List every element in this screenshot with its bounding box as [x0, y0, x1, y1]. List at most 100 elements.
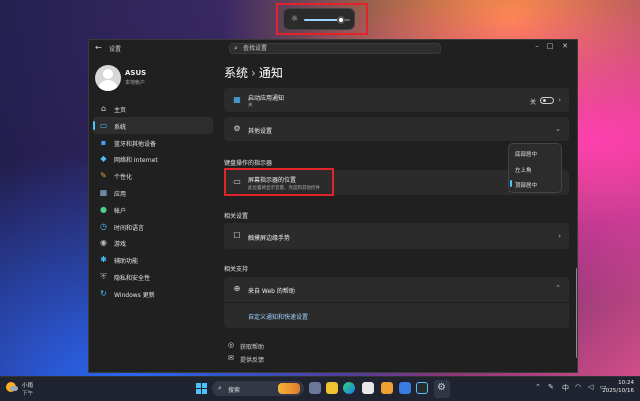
- card-subtitle: 关: [248, 103, 253, 108]
- web-help-card: ⊕ 来自 Web 的帮助 ⌃ 自定义通知和快速设置: [224, 277, 569, 328]
- scrollbar[interactable]: [576, 268, 577, 358]
- app-icon[interactable]: [362, 382, 374, 394]
- apps-icon: ▦: [99, 187, 108, 197]
- brush-icon: ✎: [100, 171, 107, 181]
- sidebar-item-personalization[interactable]: ✎ 个性化: [93, 167, 213, 184]
- sidebar-item-network[interactable]: ◆ 网络和 Internet: [93, 150, 213, 167]
- back-arrow-icon[interactable]: ←: [95, 43, 102, 52]
- search-input[interactable]: [243, 44, 433, 53]
- sidebar-item-label: 帐户: [114, 207, 127, 215]
- sidebar-item-accessibility[interactable]: ✱ 辅助功能: [93, 251, 213, 268]
- sidebar-item-label: 系统: [114, 123, 127, 131]
- feedback-link[interactable]: 提供反馈: [240, 355, 264, 364]
- sidebar-item-accounts[interactable]: ● 帐户: [93, 201, 213, 218]
- section-heading: 相关支持: [224, 266, 249, 273]
- breadcrumb-separator: ›: [251, 66, 256, 80]
- sidebar-item-system[interactable]: ▭ 系统: [93, 116, 213, 134]
- start-button[interactable]: [196, 383, 207, 394]
- dropdown-option-top-left[interactable]: 左上角: [515, 166, 532, 174]
- pen-icon[interactable]: ✎: [548, 383, 554, 391]
- accessibility-icon: ✱: [100, 255, 107, 265]
- file-explorer-icon[interactable]: [326, 382, 338, 394]
- settings-taskbar-active[interactable]: ⚙: [434, 380, 450, 398]
- sidebar-item-label: 蓝牙和其他设备: [114, 140, 157, 148]
- chevron-up-icon[interactable]: ⌃: [535, 383, 541, 391]
- selected-indicator: [510, 180, 512, 187]
- card-title: 启动应用通知: [248, 95, 285, 102]
- volume-icon[interactable]: ◁: [588, 383, 593, 391]
- update-icon: ↻: [100, 288, 107, 298]
- search-box[interactable]: ⌕: [229, 43, 441, 54]
- network-icon[interactable]: ◠: [575, 383, 581, 391]
- maximize-button[interactable]: □: [544, 42, 556, 50]
- shield-icon: ⛨: [100, 271, 107, 281]
- get-help-link[interactable]: 获取帮助: [240, 342, 264, 351]
- sidebar-item-windows-update[interactable]: ↻ Windows 更新: [93, 285, 213, 302]
- card-subtitle: 此位置将显示音量、亮度和其他控件: [248, 186, 320, 191]
- system-clock[interactable]: 10:24 2025/10/16: [602, 380, 634, 394]
- weather-title: 小雨: [22, 383, 34, 389]
- chevron-up-icon[interactable]: ⌃: [555, 284, 561, 292]
- dropdown-option-top-center[interactable]: 顶部居中: [515, 181, 537, 189]
- breadcrumb: 系统 › 通知: [224, 64, 283, 81]
- clock-date: 2025/10/16: [602, 388, 634, 394]
- chevron-down-icon: ⌄: [555, 125, 561, 133]
- tray-language[interactable]: 中: [562, 383, 569, 393]
- edge-browser-icon[interactable]: [343, 382, 355, 394]
- brightness-flyout: ☼: [283, 8, 355, 30]
- app-icon[interactable]: [416, 382, 428, 394]
- account-type: 本地帐户: [125, 80, 146, 86]
- help-link[interactable]: 自定义通知和快速设置: [248, 312, 308, 321]
- taskbar-search-label: 搜索: [228, 387, 241, 394]
- sidebar-item-label: 辅助功能: [114, 258, 139, 266]
- window-title: 设置: [109, 46, 122, 53]
- dropdown-option-bottom-center[interactable]: 底部居中: [515, 150, 537, 158]
- sidebar-item-label: 游戏: [114, 241, 127, 249]
- touchpad-gestures-card[interactable]: ☐ 触摸屏边缘手势 ›: [224, 223, 569, 249]
- startup-notify-card[interactable]: ▦ 启动应用通知 关 关 ›: [224, 88, 569, 112]
- breadcrumb-parent[interactable]: 系统: [224, 66, 248, 80]
- search-icon: ⌕: [218, 384, 222, 392]
- brightness-slider[interactable]: [304, 16, 350, 24]
- sidebar-item-label: 主页: [114, 107, 127, 114]
- taskbar-search[interactable]: ⌕ 搜索: [212, 381, 304, 396]
- sidebar-item-label: 网络和 Internet: [114, 157, 158, 165]
- sidebar-item-home[interactable]: ⌂ 主页: [93, 100, 213, 117]
- brightness-slider-thumb[interactable]: [336, 16, 345, 24]
- close-button[interactable]: ✕: [559, 42, 571, 50]
- globe-icon: ⊕: [233, 284, 241, 293]
- indicator-position-dropdown[interactable]: 底部居中 左上角 顶部居中: [508, 143, 562, 193]
- task-view-icon[interactable]: [309, 382, 321, 394]
- toggle-state-label: 关: [530, 99, 537, 106]
- section-heading: 相关设置: [224, 213, 249, 220]
- app-icon[interactable]: [381, 382, 393, 394]
- card-title[interactable]: 来自 Web 的帮助: [248, 286, 295, 295]
- search-highlight-art: [278, 383, 300, 394]
- card-title: 其他设置: [248, 128, 273, 135]
- sidebar-item-label: 个性化: [114, 174, 133, 182]
- sidebar-item-apps[interactable]: ▦ 应用: [93, 184, 213, 201]
- weather-subtitle: 下午: [22, 391, 34, 397]
- sidebar-item-label: 时间和语言: [114, 224, 145, 232]
- sidebar-nav: ⌂ 主页 ▭ 系统 ▪ 蓝牙和其他设备 ◆ 网络和 Internet ✎ 个性化…: [93, 100, 213, 302]
- help-icon: ◎: [228, 341, 235, 349]
- minimize-button[interactable]: –: [531, 42, 543, 50]
- monitor-icon: ▭: [99, 120, 108, 130]
- other-settings-card[interactable]: ⚙ 其他设置 ⌄: [224, 117, 569, 141]
- chevron-right-icon: ›: [558, 232, 561, 240]
- sidebar-item-gaming[interactable]: ◉ 游戏: [93, 234, 213, 251]
- sidebar-item-label: 应用: [114, 190, 127, 198]
- touch-gesture-icon: ☐: [233, 231, 241, 240]
- clock-globe-icon: ◷: [100, 221, 107, 231]
- feedback-icon: ✉: [228, 354, 234, 362]
- chevron-right-icon: ›: [558, 96, 561, 104]
- sidebar-item-bluetooth[interactable]: ▪ 蓝牙和其他设备: [93, 134, 213, 151]
- page-title: 通知: [258, 66, 283, 80]
- sidebar-item-privacy[interactable]: ⛨ 隐私和安全性: [93, 268, 213, 285]
- photos-icon[interactable]: [399, 382, 411, 394]
- sidebar-item-label: 隐私和安全性: [114, 274, 151, 282]
- gamepad-icon: ◉: [100, 238, 107, 248]
- sidebar-item-time-language[interactable]: ◷ 时间和语言: [93, 218, 213, 235]
- avatar: [95, 65, 121, 91]
- startup-notify-toggle[interactable]: [540, 97, 554, 104]
